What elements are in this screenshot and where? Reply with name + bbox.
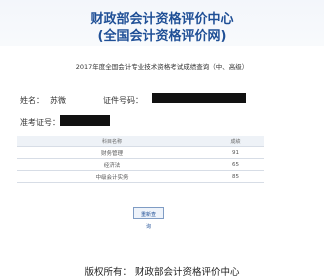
requery-button[interactable]: 重新查询 (133, 207, 164, 230)
subject-header: 科目名称 (17, 136, 207, 147)
id-number-redaction (152, 93, 246, 103)
exam-number-redaction (60, 115, 110, 126)
score-cell: 65 (207, 158, 264, 171)
subject-cell: 中级会计实务 (17, 170, 207, 183)
table-row: 中级会计实务 85 (17, 170, 264, 183)
name-label: 姓名： (20, 96, 44, 105)
site-subtitle: (全国会计资格评价网) (97, 29, 227, 44)
score-header: 成绩 (207, 136, 264, 147)
score-cell: 91 (207, 146, 264, 159)
page-subtitle: 2017年度全国会计专业技术资格考试成绩查询（中、高级） (75, 63, 249, 71)
table-row: 经济法 65 (17, 158, 264, 171)
copyright-footer: 版权所有： 财政部会计资格评价中心 (84, 267, 240, 278)
name-value: 苏微 (50, 96, 66, 105)
table-header-row: 科目名称 成绩 (17, 136, 264, 147)
table-row: 财务管理 91 (17, 146, 264, 159)
subject-cell: 财务管理 (17, 146, 207, 159)
score-cell: 85 (207, 170, 264, 183)
subject-cell: 经济法 (17, 158, 207, 171)
id-number-label: 证件号码： (103, 96, 143, 105)
scores-table: 科目名称 成绩 财务管理 91 经济法 65 中级会计实务 85 (17, 136, 264, 183)
exam-number-label: 准考证号： (20, 118, 60, 127)
